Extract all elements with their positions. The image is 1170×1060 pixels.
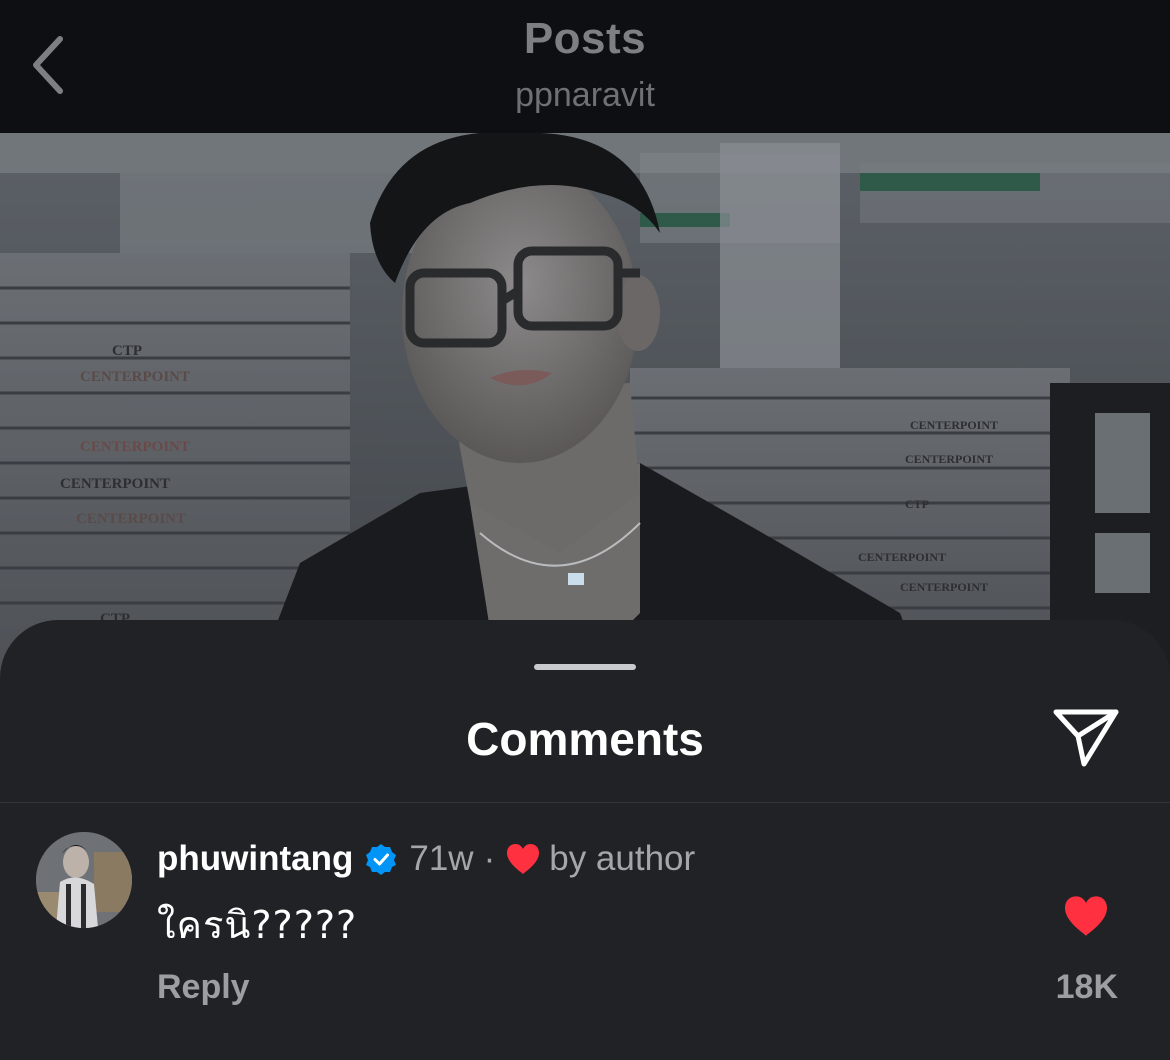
separator-dot: ·	[483, 839, 496, 878]
avatar-image	[36, 832, 132, 928]
comment-time: 71w	[409, 839, 474, 878]
like-count: 18K	[1055, 968, 1118, 1006]
box-label: CENTERPOINT	[80, 439, 190, 455]
box-label: CENTERPOINT	[905, 452, 993, 466]
box-label: CTP	[112, 343, 142, 359]
heart-filled-icon	[1065, 896, 1107, 936]
box-label: CENTERPOINT	[80, 369, 190, 385]
comments-title: Comments	[466, 713, 704, 765]
top-bar: Posts ppnaravit	[0, 0, 1170, 133]
comment-header: phuwintang 71w · by author	[157, 834, 695, 884]
heart-icon	[505, 843, 541, 875]
sheet-grabber[interactable]	[534, 664, 636, 670]
reply-button[interactable]: Reply	[157, 968, 250, 1007]
box-label: CENTERPOINT	[900, 580, 988, 594]
comments-sheet: Comments phuwintang 71w · by author ใครน…	[0, 620, 1170, 1060]
box-label: CENTERPOINT	[858, 550, 946, 564]
box-label: CENTERPOINT	[76, 511, 186, 527]
box-label: CTP	[905, 497, 929, 511]
page-subtitle: ppnaravit	[515, 76, 655, 114]
like-button[interactable]	[1056, 888, 1116, 944]
post-photo: CTP CENTERPOINT CENTERPOINT CENTERPOINT …	[0, 133, 1170, 693]
avatar[interactable]	[36, 832, 132, 928]
divider	[0, 802, 1170, 803]
comment-text: ใครนิ?????	[157, 903, 358, 947]
send-icon	[1053, 709, 1119, 767]
box-label: CENTERPOINT	[910, 418, 998, 432]
comment-username[interactable]: phuwintang	[157, 839, 353, 879]
page-title: Posts	[523, 14, 647, 63]
verified-badge-icon	[365, 843, 397, 875]
share-button[interactable]	[1046, 702, 1126, 772]
post-image: CTP CENTERPOINT CENTERPOINT CENTERPOINT …	[0, 133, 1170, 693]
liked-by-author-label: by author	[549, 839, 696, 878]
box-label: CENTERPOINT	[60, 476, 170, 492]
